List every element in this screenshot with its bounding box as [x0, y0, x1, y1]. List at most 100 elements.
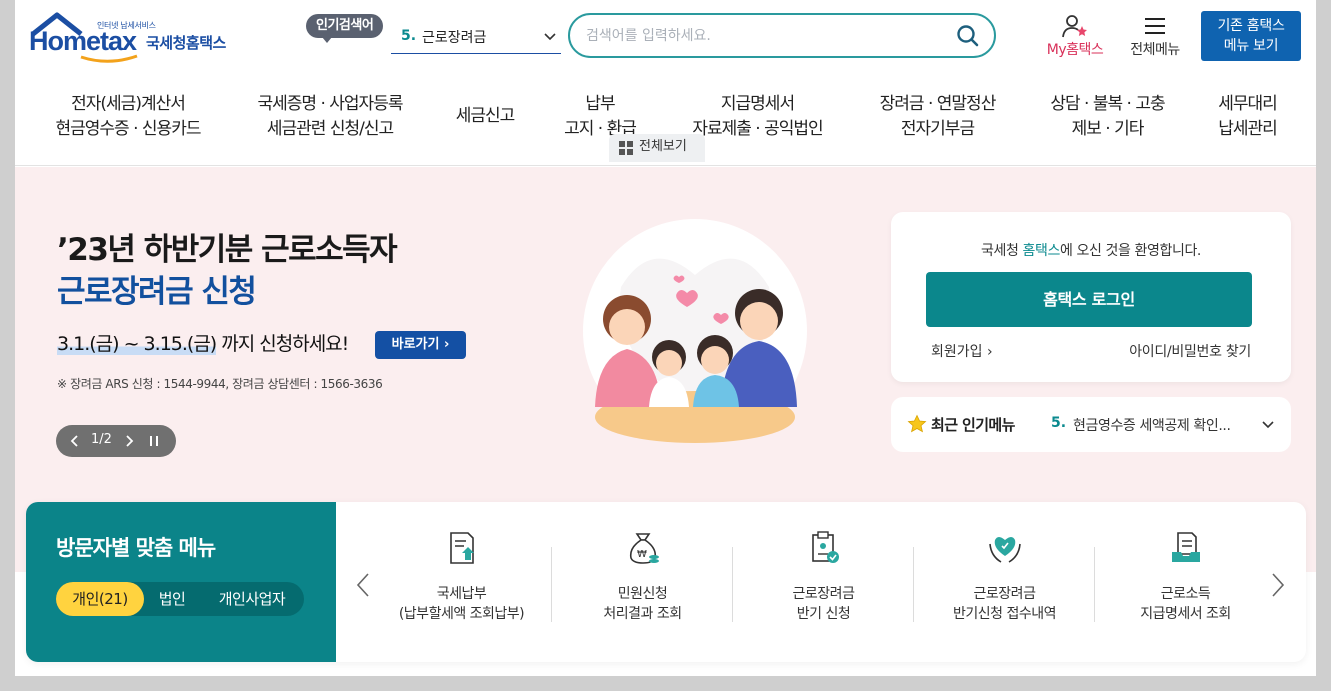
- carousel-prev-icon[interactable]: [356, 572, 370, 598]
- welcome-prefix: 국세청: [981, 243, 1023, 259]
- view-all-button[interactable]: 전체보기: [609, 134, 705, 162]
- recent-rank: 5.: [1051, 415, 1067, 431]
- user-star-icon: [1062, 15, 1087, 38]
- slide-pager: 1/2: [56, 425, 176, 457]
- heart-hands-icon: [988, 537, 1021, 563]
- nav-sublabel: 현금영수증 · 신용카드: [55, 119, 202, 139]
- welcome-suffix: 에 오신 것을 환영합니다.: [1059, 243, 1201, 259]
- recent-title: 최근 인기메뉴: [931, 416, 1015, 434]
- quick-menu-label: 근로장려금: [973, 586, 1036, 602]
- page: 인터넷 납세서비스 Hometax 국세청홈택스 인기검색어 5. 근로장려금: [15, 0, 1316, 676]
- hero-note: ※ 장려금 ARS 신청 : 1544-9944, 장려금 상담센터 : 156…: [57, 377, 383, 391]
- tab-sole-proprietor[interactable]: 개인사업자: [200, 582, 304, 616]
- all-menu-label: 전체메뉴: [1130, 42, 1180, 58]
- login-button[interactable]: 홈택스 로그인: [926, 272, 1252, 327]
- grid-icon: [619, 141, 633, 155]
- my-hometax-button[interactable]: My홈택스: [1037, 14, 1113, 58]
- visitor-tabs: 개인(21) 법인 개인사업자: [56, 582, 304, 616]
- nav-sublabel: 세금관련 신청/신고: [266, 119, 394, 139]
- hero-period-dates: 3.1.(금) ~ 3.15.(금): [57, 333, 217, 355]
- popular-search-badge: 인기검색어: [306, 14, 384, 43]
- hero-period: 3.1.(금) ~ 3.15.(금) 까지 신청하세요!: [57, 329, 349, 356]
- nav-item-consulting[interactable]: 상담 · 불복 · 고충제보 · 기타: [1035, 92, 1180, 142]
- logo-name: 국세청홈택스: [146, 34, 226, 52]
- logo-swoosh-icon: [80, 54, 138, 63]
- hero-period-suffix: 까지 신청하세요!: [216, 333, 349, 355]
- hero-title-line2: 근로장려금 신청: [57, 274, 257, 310]
- tab-individual[interactable]: 개인(21): [56, 582, 144, 616]
- recent-item: 현금영수증 세액공제 확인...: [1073, 418, 1231, 434]
- welcome-text: 국세청 홈택스에 오신 것을 환영합니다.: [891, 240, 1291, 260]
- family-illustration: [583, 219, 807, 443]
- visitor-menu-panel: 방문자별 맞춤 메뉴 개인(21) 법인 개인사업자: [26, 502, 336, 662]
- chevron-down-icon: [1262, 421, 1274, 429]
- quick-menu-sublabel: 반기 신청: [796, 606, 851, 622]
- chevron-down-icon: [544, 33, 556, 41]
- nav-item-einvoice[interactable]: 전자(세금)계산서현금영수증 · 신용카드: [43, 92, 213, 142]
- chevron-right-icon: ›: [444, 337, 450, 352]
- my-hometax-label: My홈택스: [1046, 42, 1104, 58]
- pause-icon[interactable]: [148, 434, 160, 448]
- chevron-left-icon[interactable]: [70, 434, 80, 448]
- nav-label: 국세증명 · 사업자등록: [257, 94, 404, 114]
- nav-label: 장려금 · 연말정산: [879, 94, 997, 114]
- clipboard-check-icon: [811, 531, 839, 563]
- go-button[interactable]: 바로가기 ›: [375, 331, 466, 359]
- join-label: 회원가입: [931, 344, 983, 360]
- nav-item-tax-return[interactable]: 세금신고: [445, 104, 525, 129]
- chevron-right-icon[interactable]: [124, 434, 134, 448]
- slide-counter: 1/2: [91, 432, 112, 447]
- nav-label: 상담 · 불복 · 고충: [1050, 94, 1165, 114]
- tab-corporation[interactable]: 법인: [144, 582, 200, 616]
- search-icon[interactable]: [956, 24, 980, 48]
- logo-brand: Hometax: [29, 26, 137, 56]
- search-box: [568, 13, 996, 58]
- quick-menu-sublabel: 반기신청 접수내역: [953, 606, 1057, 622]
- nav-sublabel: 납세관리: [1218, 119, 1278, 139]
- popular-rank: 5.: [401, 28, 417, 44]
- nav-label: 세금신고: [455, 106, 516, 126]
- recent-popular-menu[interactable]: 최근 인기메뉴 5. 현금영수증 세액공제 확인...: [891, 397, 1291, 452]
- old-hometax-button[interactable]: 기존 홈택스 메뉴 보기: [1201, 11, 1301, 61]
- quick-menu-earned-income[interactable]: 근로소득 지급명세서 조회: [1095, 530, 1276, 630]
- hero-title-line1: ’23년 하반기분 근로소득자: [57, 232, 398, 268]
- popular-term: 근로장려금: [422, 30, 487, 46]
- svg-text:₩: ₩: [637, 549, 647, 560]
- nav-label: 납부: [585, 94, 615, 114]
- nav-sublabel: 전자기부금: [900, 119, 975, 139]
- document-tray-icon: [1171, 532, 1200, 562]
- nav-label: 지급명세서: [720, 94, 795, 114]
- quick-menu-incentive-apply[interactable]: 근로장려금 반기 신청: [733, 530, 914, 630]
- nav-sublabel: 제보 · 기타: [1071, 119, 1145, 139]
- welcome-highlight: 홈택스: [1022, 243, 1061, 259]
- old-button-line2: 메뉴 보기: [1223, 38, 1279, 54]
- nav-label: 전자(세금)계산서: [71, 94, 186, 114]
- nav-item-certificates[interactable]: 국세증명 · 사업자등록세금관련 신청/신고: [245, 92, 415, 142]
- quick-menu-incentive-history[interactable]: 근로장려금 반기신청 접수내역: [914, 530, 1095, 630]
- quick-menu-sublabel: 지급명세서 조회: [1140, 606, 1231, 622]
- tax-payment-icon: [449, 532, 474, 564]
- quick-menu-label: 근로소득: [1160, 586, 1211, 602]
- nav-item-incentives[interactable]: 장려금 · 연말정산전자기부금: [865, 92, 1010, 142]
- quick-menu-sublabel: (납부할세액 조회납부): [398, 606, 525, 622]
- nav-item-tax-agent[interactable]: 세무대리 납세관리: [1205, 92, 1290, 142]
- all-menu-button[interactable]: 전체메뉴: [1122, 14, 1188, 58]
- money-bag-icon: ₩: [629, 533, 659, 564]
- star-icon: [907, 414, 927, 433]
- visitor-menu: 방문자별 맞춤 메뉴 개인(21) 법인 개인사업자 국세납부 (납부할세액 조…: [26, 502, 1306, 662]
- quick-menu-label: 민원신청: [617, 586, 668, 602]
- visitor-menu-title: 방문자별 맞춤 메뉴: [56, 536, 216, 560]
- view-all-label: 전체보기: [639, 139, 687, 154]
- hometax-logo[interactable]: 인터넷 납세서비스 Hometax 국세청홈택스: [29, 12, 244, 64]
- join-link[interactable]: 회원가입 ›: [931, 341, 993, 361]
- quick-menu-sublabel: 처리결과 조회: [603, 606, 682, 622]
- quick-menu-tax-payment[interactable]: 국세납부 (납부할세액 조회납부): [371, 530, 552, 630]
- find-account-link[interactable]: 아이디/비밀번호 찾기: [1129, 341, 1251, 361]
- login-box: 국세청 홈택스에 오신 것을 환영합니다. 홈택스 로그인 회원가입 › 아이디…: [891, 212, 1291, 382]
- popular-search-select[interactable]: 5. 근로장려금: [391, 22, 561, 54]
- quick-menu-civil-petition[interactable]: ₩ 민원신청 처리결과 조회: [552, 530, 733, 630]
- quick-menu-label: 근로장려금: [792, 586, 855, 602]
- hamburger-icon: [1145, 18, 1165, 34]
- search-input[interactable]: [586, 24, 936, 48]
- old-button-line1: 기존 홈택스: [1217, 18, 1285, 34]
